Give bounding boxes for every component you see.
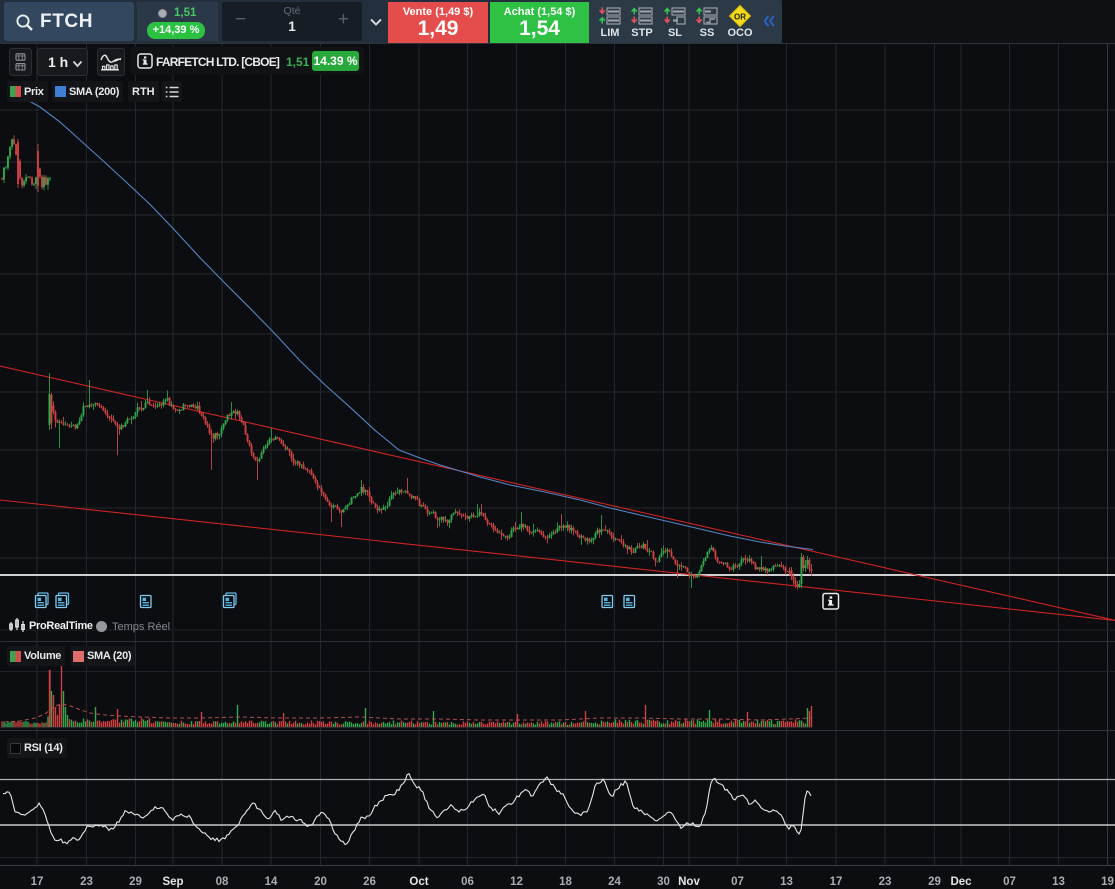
- svg-text:13: 13: [1052, 876, 1065, 888]
- svg-text:12: 12: [510, 876, 523, 888]
- svg-text:06: 06: [461, 876, 474, 888]
- svg-text:19: 19: [1101, 876, 1114, 888]
- svg-text:13: 13: [780, 876, 793, 888]
- svg-text:29: 29: [129, 876, 142, 888]
- svg-text:20: 20: [314, 876, 327, 888]
- svg-text:29: 29: [928, 876, 941, 888]
- svg-text:23: 23: [879, 876, 892, 888]
- svg-text:17: 17: [830, 876, 843, 888]
- svg-text:Oct: Oct: [409, 876, 428, 888]
- svg-text:14: 14: [265, 876, 278, 888]
- svg-text:Nov: Nov: [678, 876, 700, 888]
- svg-text:30: 30: [657, 876, 670, 888]
- svg-text:Sep: Sep: [162, 876, 183, 888]
- svg-text:08: 08: [216, 876, 229, 888]
- svg-text:23: 23: [80, 876, 93, 888]
- svg-text:07: 07: [1003, 876, 1016, 888]
- svg-text:OR: OR: [734, 13, 746, 22]
- svg-text:18: 18: [559, 876, 572, 888]
- svg-text:07: 07: [731, 876, 744, 888]
- svg-text:24: 24: [608, 876, 621, 888]
- svg-text:17: 17: [31, 876, 44, 888]
- svg-text:Dec: Dec: [950, 876, 972, 888]
- svg-text:26: 26: [363, 876, 376, 888]
